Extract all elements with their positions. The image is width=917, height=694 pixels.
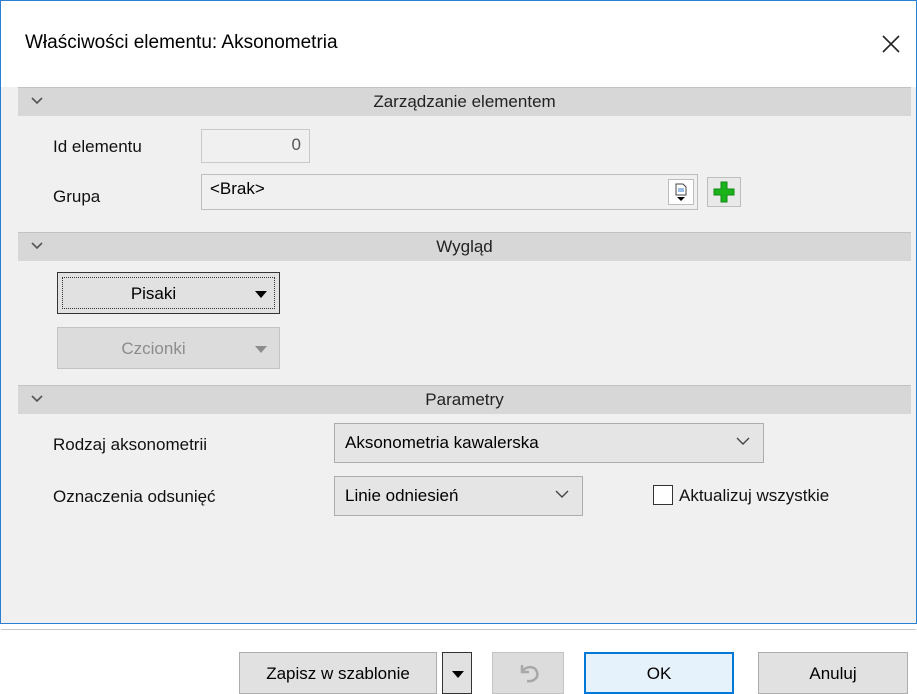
fonts-label: Czcionki (121, 339, 186, 358)
plus-icon (713, 181, 735, 203)
save-template-dropdown-button[interactable] (442, 652, 472, 694)
section-title: Parametry (425, 390, 504, 409)
pens-button[interactable]: Pisaki (57, 272, 280, 314)
axonometry-type-label: Rodzaj aksonometrii (53, 435, 208, 454)
save-template-button[interactable]: Zapisz w szablonie (239, 652, 437, 694)
close-button[interactable] (871, 24, 911, 64)
undo-icon (520, 665, 539, 683)
footer-divider (1, 629, 916, 630)
axonometry-type-value: Aksonometria kawalerska (345, 433, 539, 452)
group-field[interactable]: <Brak> (201, 174, 698, 210)
dropdown-arrow-icon (452, 671, 464, 678)
dropdown-arrow-icon (255, 291, 267, 298)
offset-marks-select[interactable]: Linie odniesień (334, 476, 583, 516)
ok-label: OK (646, 664, 672, 683)
group-value: <Brak> (210, 179, 265, 198)
id-label: Id elementu (53, 137, 142, 156)
window-title: Właściwości elementu: Aksonometria (25, 32, 338, 53)
document-dropdown-icon (675, 183, 687, 201)
id-field: 0 (201, 129, 310, 163)
chevron-down-icon (736, 437, 750, 445)
section-header-parameters[interactable]: Parametry (18, 385, 911, 414)
axonometry-type-select[interactable]: Aksonometria kawalerska (334, 423, 764, 463)
undo-button (492, 652, 564, 694)
close-icon (882, 35, 900, 53)
update-all-checkbox[interactable] (653, 485, 673, 505)
update-all-label: Aktualizuj wszystkie (679, 486, 830, 505)
section-title: Zarządzanie elementem (373, 92, 556, 111)
title-bar: Właściwości elementu: Aksonometria (1, 1, 916, 87)
section-title: Wygląd (436, 237, 493, 256)
group-document-button[interactable] (668, 179, 694, 205)
cancel-button[interactable]: Anuluj (758, 652, 908, 694)
chevron-down-icon (555, 490, 569, 498)
fonts-button: Czcionki (57, 327, 280, 369)
ok-button[interactable]: OK (584, 652, 734, 694)
properties-dialog: Właściwości elementu: Aksonometria Zarzą… (0, 0, 917, 694)
cancel-label: Anuluj (809, 664, 857, 683)
section-header-management[interactable]: Zarządzanie elementem (18, 87, 911, 116)
offset-marks-label: Oznaczenia odsunięć (53, 487, 216, 506)
dialog-body: Zarządzanie elementem Id elementu 0 Grup… (1, 87, 916, 694)
pens-label: Pisaki (130, 284, 177, 303)
section-header-appearance[interactable]: Wygląd (18, 232, 911, 261)
dropdown-arrow-icon (255, 346, 267, 353)
save-template-label: Zapisz w szablonie (266, 664, 410, 683)
offset-marks-value: Linie odniesień (345, 486, 459, 505)
group-label: Grupa (53, 187, 101, 206)
add-group-button[interactable] (707, 177, 741, 207)
